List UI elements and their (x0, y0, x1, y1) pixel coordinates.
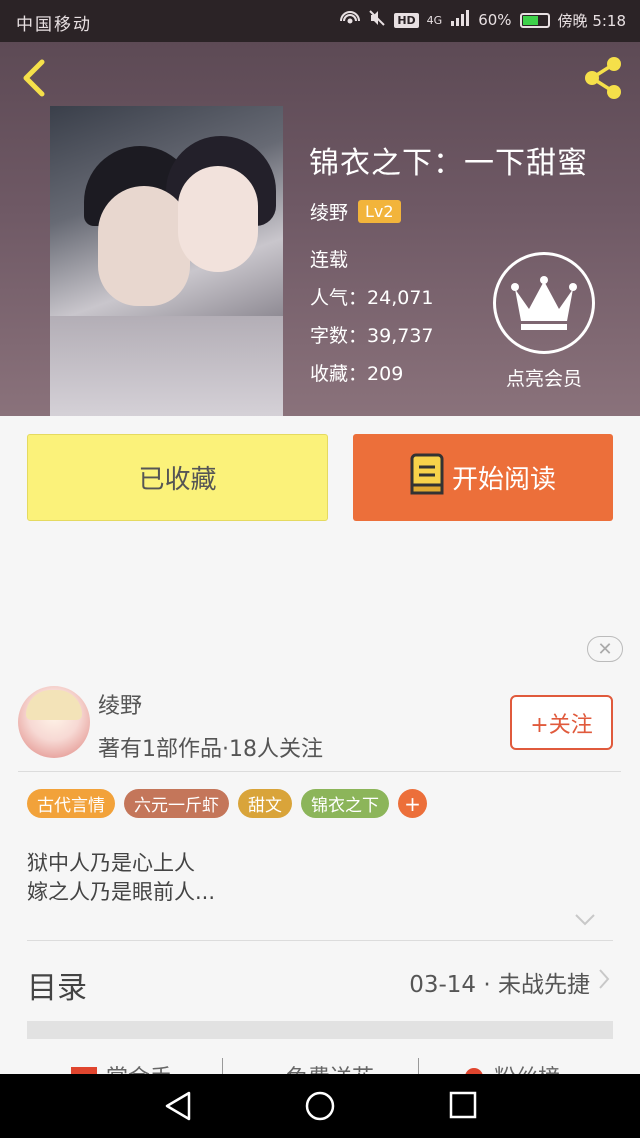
status-bar: 中国移动 HD 4G 60% 傍晚 5:18 (0, 0, 640, 42)
nav-back-icon[interactable] (163, 1090, 193, 1126)
synopsis-line: 狱中人乃是心上人 (27, 851, 195, 875)
add-tag-button[interactable]: + (398, 789, 427, 818)
member-label: 点亮会员 (505, 368, 582, 390)
start-reading-label: 开始阅读 (451, 465, 556, 495)
close-ad-button[interactable]: ✕ (587, 636, 623, 662)
clock: 傍晚 5:18 (557, 11, 626, 30)
latest-chapter-link[interactable]: 03-14 · 未战先捷 (409, 965, 610, 999)
author-avatar[interactable] (18, 686, 90, 758)
book-icon (410, 453, 444, 502)
author-works-summary: 著有1部作品·18人关注 (98, 737, 323, 762)
share-icon[interactable] (580, 54, 628, 102)
word-count-stat: 字数：39,737 (310, 321, 434, 348)
favorited-label: 已收藏 (138, 465, 217, 495)
tag-item[interactable]: 古代言情 (27, 789, 115, 818)
favorites-label: 收藏： (310, 363, 368, 385)
latest-chapter-label: 03-14 · 未战先捷 (409, 972, 590, 998)
nav-home-icon[interactable] (304, 1090, 336, 1126)
signal-icon (450, 10, 470, 30)
serial-status: 连载 (310, 249, 349, 271)
tag-item[interactable]: 甜文 (238, 789, 292, 818)
synopsis: 狱中人乃是心上人 嫁之人乃是眼前人... (27, 849, 215, 907)
free-flower-tab-label: 免费送花 (286, 1060, 374, 1074)
word-count-value: 39,737 (367, 325, 434, 347)
author-name[interactable]: 绫野 (310, 198, 348, 225)
popularity-label: 人气： (310, 287, 368, 309)
crown-icon (511, 276, 577, 330)
back-arrow-icon[interactable] (18, 58, 48, 98)
favorites-value: 209 (367, 363, 404, 385)
fans-tab[interactable]: 粉丝榜 (462, 1060, 560, 1074)
book-cover (50, 106, 283, 416)
flower-icon (258, 1063, 278, 1074)
popularity-stat: 人气：24,071 (310, 283, 434, 310)
popularity-value: 24,071 (367, 287, 434, 309)
tag-list: 古代言情 六元一斤虾 甜文 锦衣之下 + (27, 789, 427, 818)
synopsis-line: 嫁之人乃是眼前人... (27, 880, 216, 904)
chevron-down-icon[interactable] (574, 912, 596, 926)
member-button[interactable] (493, 252, 595, 354)
bottom-action-tabs: 赏金手 免费送花 粉丝榜 (0, 1052, 640, 1074)
word-count-label: 字数： (310, 325, 368, 347)
carrier-label: 中国移动 (16, 15, 92, 35)
favorites-stat: 收藏：209 (310, 359, 403, 386)
tag-item[interactable]: 六元一斤虾 (124, 789, 229, 818)
follow-button[interactable]: +关注 (510, 695, 613, 750)
battery-percent: 60% (478, 11, 512, 29)
network-label: 4G (426, 13, 443, 27)
hotspot-icon (340, 9, 361, 31)
battery-icon (519, 12, 550, 28)
author-card-name[interactable]: 绫野 (98, 688, 142, 720)
reward-tab-label: 赏金手 (106, 1060, 172, 1074)
fans-tab-label: 粉丝榜 (494, 1060, 560, 1074)
mute-icon (368, 9, 386, 31)
book-header: 锦衣之下：一下甜蜜 绫野 Lv2 连载 人气：24,071 字数：39,737 … (0, 42, 640, 416)
hd-badge: HD (394, 12, 419, 28)
divider (27, 940, 613, 941)
section-separator (27, 1021, 613, 1039)
nav-recents-icon[interactable] (449, 1090, 477, 1124)
book-title: 锦衣之下：一下甜蜜 (309, 146, 588, 181)
system-nav-bar (0, 1074, 640, 1138)
fans-icon (462, 1063, 486, 1074)
reward-icon (70, 1063, 98, 1074)
toc-label[interactable]: 目录 (27, 963, 87, 1007)
free-flower-tab[interactable]: 免费送花 (258, 1060, 374, 1074)
level-badge: Lv2 (358, 200, 401, 223)
tag-item[interactable]: 锦衣之下 (301, 789, 389, 818)
author-row: 绫野 Lv2 (310, 198, 401, 225)
reward-tab[interactable]: 赏金手 (70, 1060, 172, 1074)
favorited-button[interactable]: 已收藏 (27, 434, 328, 521)
chevron-right-icon (598, 968, 610, 996)
divider (18, 771, 621, 772)
start-reading-button[interactable]: 开始阅读 (353, 434, 613, 521)
